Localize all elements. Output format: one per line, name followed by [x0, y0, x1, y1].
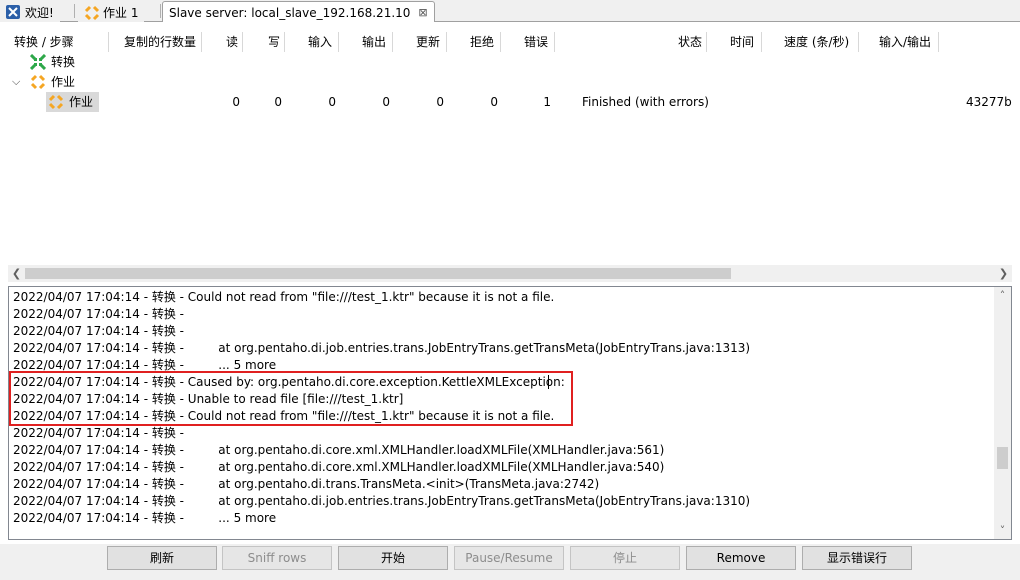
- cell-write: 0: [274, 95, 282, 109]
- log-line: 2022/04/07 17:04:14 - 转换 - at org.pentah…: [13, 341, 751, 355]
- job-icon: [48, 94, 64, 110]
- header-errors[interactable]: 错误: [504, 30, 548, 54]
- cell-output: 0: [382, 95, 390, 109]
- cell-errors: 1: [543, 95, 551, 109]
- scroll-down-icon[interactable]: ˅: [994, 522, 1011, 539]
- log-textarea[interactable]: 2022/04/07 17:04:14 - 转换 - Could not rea…: [8, 286, 1012, 540]
- header-update[interactable]: 更新: [396, 30, 440, 54]
- cell-status: Finished (with errors): [582, 95, 709, 109]
- header-rejected[interactable]: 拒绝: [450, 30, 494, 54]
- cell-update: 0: [436, 95, 444, 109]
- scroll-right-icon[interactable]: ❯: [995, 265, 1012, 282]
- stop-button[interactable]: 停止: [570, 546, 680, 570]
- button-bar: 刷新 Sniff rows 开始 Pause/Resume 停止 Remove …: [0, 544, 1020, 580]
- tab-job-1[interactable]: 作业 1: [78, 2, 145, 22]
- table-row[interactable]: 作业 0 0 0 0 0 0 1 Finished (with errors) …: [8, 92, 1012, 112]
- log-line: 2022/04/07 17:04:14 - 转换 - ... 5 more: [13, 511, 277, 525]
- job-icon: [30, 74, 46, 90]
- transformation-icon: [29, 53, 47, 71]
- job-icon: [84, 5, 100, 21]
- header-input-output[interactable]: 输入/输出: [879, 30, 931, 54]
- log-line: 2022/04/07 17:04:14 - 转换 -: [13, 426, 184, 440]
- header-status[interactable]: 状态: [648, 30, 702, 54]
- log-line: 2022/04/07 17:04:14 - 转换 - at org.pentah…: [13, 460, 665, 474]
- tab-welcome-label: 欢迎!: [25, 5, 54, 20]
- cell-id: 43277be: [966, 95, 1012, 109]
- tree-node-job-label: 作业: [51, 75, 76, 89]
- log-line: 2022/04/07 17:04:14 - 转换 -: [13, 307, 184, 321]
- header-speed[interactable]: 速度 (条/秒): [784, 30, 849, 54]
- chevron-down-icon[interactable]: ⌵: [12, 72, 20, 92]
- tab-slave-server[interactable]: Slave server: local_slave_192.168.21.10 …: [162, 1, 435, 23]
- remove-button[interactable]: Remove: [686, 546, 796, 570]
- show-error-lines-button[interactable]: 显示错误行: [802, 546, 912, 570]
- header-input[interactable]: 输入: [288, 30, 332, 54]
- grid-header: 转换 / 步骤 复制的行数量 读 写 输入 输出 更新 拒绝 错误 状态 时间 …: [8, 30, 1012, 54]
- slave-server-panel: 转换 / 步骤 复制的行数量 读 写 输入 输出 更新 拒绝 错误 状态 时间 …: [0, 22, 1020, 580]
- tab-bar: 欢迎! 作业 1 Slave server: local_slave_192.1…: [0, 0, 1020, 23]
- scroll-up-icon[interactable]: ˄: [994, 287, 1011, 304]
- start-button[interactable]: 开始: [338, 546, 448, 570]
- log-line: 2022/04/07 17:04:14 - 转换 -: [13, 324, 184, 338]
- pause-resume-button[interactable]: Pause/Resume: [454, 546, 564, 570]
- header-output[interactable]: 输出: [342, 30, 386, 54]
- refresh-button[interactable]: 刷新: [107, 546, 217, 570]
- header-read[interactable]: 读: [206, 30, 238, 54]
- cell-input: 0: [328, 95, 336, 109]
- scroll-left-icon[interactable]: ❮: [8, 265, 25, 282]
- sniff-rows-button[interactable]: Sniff rows: [222, 546, 332, 570]
- log-line: 2022/04/07 17:04:14 - 转换 - Could not rea…: [13, 290, 555, 304]
- tab-separator: [74, 4, 75, 18]
- tab-slave-server-label: Slave server: local_slave_192.168.21.10: [169, 5, 411, 20]
- header-step[interactable]: 转换 / 步骤: [14, 30, 74, 54]
- cell-rejected: 0: [490, 95, 498, 109]
- vertical-scrollbar[interactable]: ˄ ˅: [994, 287, 1011, 539]
- tab-separator: [160, 4, 161, 18]
- header-write[interactable]: 写: [248, 30, 280, 54]
- tree-node-job-child-label: 作业: [69, 95, 94, 109]
- scrollbar-thumb[interactable]: [25, 268, 731, 279]
- cell-read: 0: [232, 95, 240, 109]
- tree-node-trans[interactable]: 转换: [8, 52, 1012, 72]
- tab-job-1-label: 作业 1: [103, 5, 139, 20]
- scrollbar-thumb[interactable]: [997, 447, 1008, 469]
- log-line: 2022/04/07 17:04:14 - 转换 - at org.pentah…: [13, 443, 665, 457]
- close-icon[interactable]: ⊠: [418, 6, 427, 19]
- welcome-icon: [6, 5, 20, 19]
- error-highlight-box: [9, 371, 573, 426]
- text-caret: [548, 375, 549, 389]
- header-copied-rows[interactable]: 复制的行数量: [124, 30, 196, 54]
- horizontal-scrollbar[interactable]: ❮ ❯: [8, 265, 1012, 282]
- log-line: 2022/04/07 17:04:14 - 转换 - at org.pentah…: [13, 477, 600, 491]
- log-line: 2022/04/07 17:04:14 - 转换 - at org.pentah…: [13, 494, 751, 508]
- tree-node-job[interactable]: ⌵ 作业: [8, 72, 1012, 92]
- header-time[interactable]: 时间: [730, 30, 754, 54]
- tab-welcome[interactable]: 欢迎!: [0, 2, 60, 22]
- tree-node-trans-label: 转换: [51, 55, 76, 69]
